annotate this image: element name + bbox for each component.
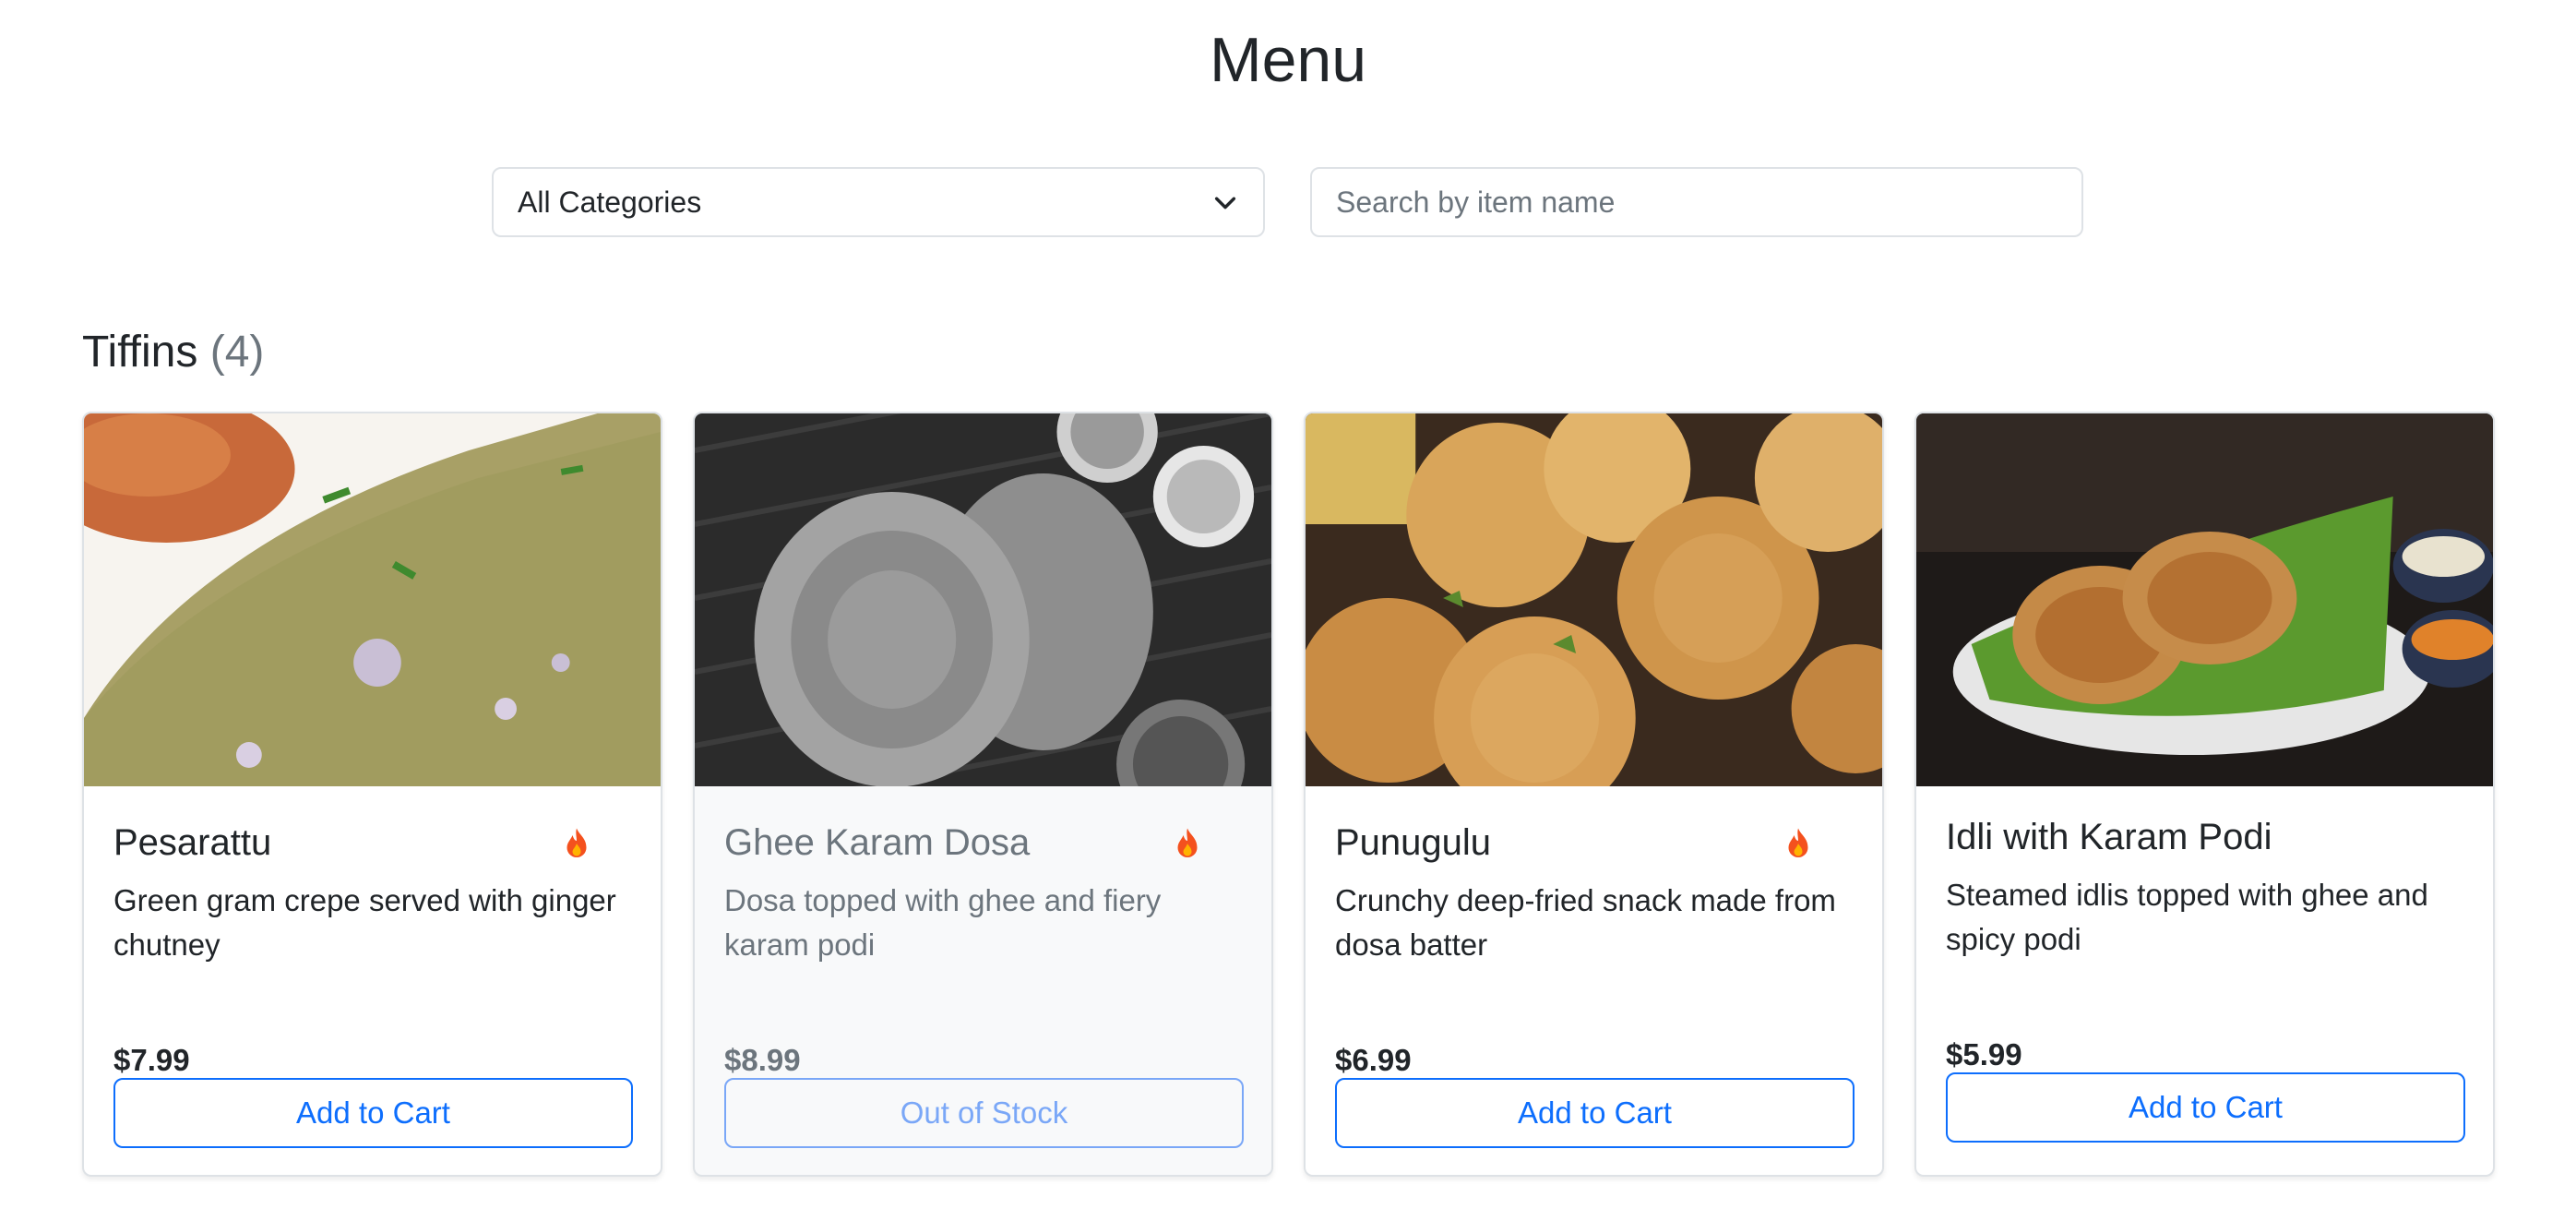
item-description: Steamed idlis topped with ghee and spicy… — [1946, 878, 2428, 956]
menu-item-card: Idli with Karam Podi Steamed idlis toppe… — [1914, 412, 2495, 1177]
item-description: Dosa topped with ghee and fiery karam po… — [724, 883, 1162, 962]
item-name: Punugulu — [1335, 822, 1492, 863]
fire-icon — [566, 828, 587, 857]
item-name: Ghee Karam Dosa — [724, 822, 1031, 863]
category-select[interactable]: All Categories — [492, 167, 1265, 237]
item-image-punugulu — [1306, 413, 1882, 786]
filter-bar: All Categories — [492, 167, 2083, 237]
menu-page: Menu All Categories Tiffins (4) — [0, 0, 2576, 1209]
item-price: $7.99 — [113, 1043, 190, 1077]
page-title: Menu — [1209, 25, 1367, 95]
section-name: Tiffins — [82, 328, 198, 377]
item-price: $5.99 — [1946, 1037, 2022, 1071]
item-image-idli-karam-podi — [1916, 413, 2493, 786]
menu-item-card: Ghee Karam Dosa Dosa topped with ghee an… — [693, 412, 1273, 1177]
fire-icon — [1177, 828, 1198, 857]
item-price: $8.99 — [724, 1043, 801, 1077]
category-select-value: All Categories — [518, 185, 702, 219]
item-image-ghee-karam-dosa — [695, 413, 1271, 786]
fire-icon — [1788, 828, 1808, 857]
item-name: Idli with Karam Podi — [1946, 817, 2272, 857]
add-to-cart-button[interactable]: Add to Cart — [1946, 1072, 2465, 1143]
item-price: $6.99 — [1335, 1043, 1412, 1077]
chevron-down-icon — [1214, 197, 1236, 209]
menu-item-card: Punugulu Crunchy deep-fried snack made f… — [1304, 412, 1884, 1177]
item-description: Crunchy deep-fried snack made from dosa … — [1335, 883, 1836, 962]
add-to-cart-button[interactable]: Add to Cart — [113, 1078, 633, 1148]
section-count: (4) — [209, 328, 265, 377]
add-to-cart-button[interactable]: Add to Cart — [1335, 1078, 1854, 1148]
section-heading: Tiffins (4) — [82, 325, 264, 380]
search-field[interactable] — [1310, 167, 2083, 237]
menu-item-grid: Pesarattu Green gram crepe served with g… — [82, 412, 2495, 1177]
search-input[interactable] — [1336, 185, 2057, 220]
out-of-stock-button[interactable]: Out of Stock — [724, 1078, 1244, 1148]
item-image-pesarattu — [84, 413, 661, 786]
menu-item-card: Pesarattu Green gram crepe served with g… — [82, 412, 662, 1177]
item-description: Green gram crepe served with ginger chut… — [113, 883, 616, 962]
item-name: Pesarattu — [113, 822, 272, 863]
